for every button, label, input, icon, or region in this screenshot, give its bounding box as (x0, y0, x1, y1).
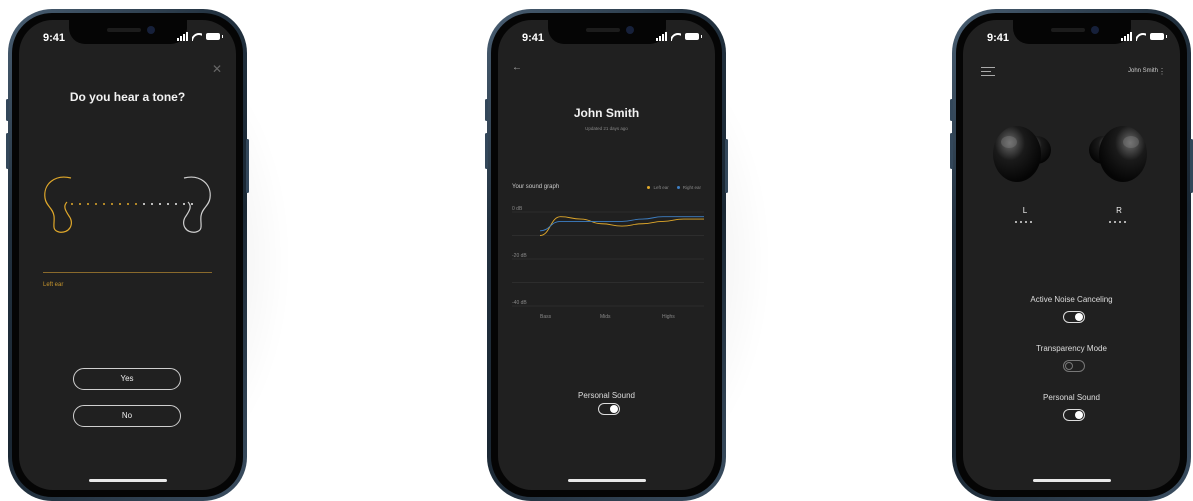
status-time: 9:41 (43, 32, 66, 44)
side-button (485, 99, 488, 121)
x-tick-label: Bass (540, 314, 552, 320)
battery-icon (1150, 33, 1167, 40)
yes-button[interactable]: Yes (73, 368, 181, 390)
status-icons (656, 32, 702, 41)
close-icon[interactable]: ✕ (212, 62, 222, 76)
wifi-icon (671, 33, 681, 41)
side-button (246, 139, 249, 193)
battery-icon (685, 33, 702, 40)
wifi-icon (1136, 33, 1146, 41)
wifi-icon (192, 33, 202, 41)
legend-left-ear: Left ear (647, 185, 669, 190)
screen-earbuds: 9:41 John Smith ⋮ L R Active Noise Cance… (963, 20, 1180, 490)
personal-sound-toggle[interactable] (598, 403, 620, 415)
personal-sound-label: Personal Sound (1043, 393, 1100, 402)
notch (1012, 20, 1131, 44)
x-tick-label: Highs (662, 314, 675, 320)
side-button (6, 99, 9, 121)
ear-label: Left ear (43, 282, 64, 288)
progress-line (43, 272, 212, 273)
toggle-knob (1065, 362, 1073, 370)
speaker (106, 28, 141, 32)
side-button (725, 139, 728, 193)
left-battery-dots (1015, 221, 1032, 223)
back-arrow-icon[interactable]: ← (512, 62, 522, 73)
personal-sound-toggle[interactable] (1063, 409, 1085, 421)
anc-label: Active Noise Canceling (1030, 295, 1113, 304)
signal-icon (656, 32, 667, 41)
personal-sound-label: Personal Sound (578, 391, 635, 400)
side-button (485, 133, 488, 169)
question-title: Do you hear a tone? (69, 90, 186, 104)
notch (547, 20, 666, 44)
left-bud-label: L (1022, 206, 1028, 215)
phone-sound-graph: 9:41 ← John Smith Updated 21 days ago Yo… (485, 9, 728, 501)
speaker (585, 28, 620, 32)
side-button (6, 133, 9, 169)
toggle-knob (1075, 411, 1083, 419)
updated-text: Updated 21 days ago (585, 126, 628, 131)
camera (1090, 26, 1099, 34)
y-tick-label: -20 dB (512, 253, 527, 259)
status-icons (177, 32, 223, 41)
status-time: 9:41 (987, 32, 1010, 44)
anc-toggle[interactable] (1063, 311, 1085, 323)
transparency-label: Transparency Mode (1036, 344, 1107, 353)
graph-legend: Left ear Right ear (647, 185, 701, 190)
y-tick-label: -40 dB (512, 300, 527, 306)
status-time: 9:41 (522, 32, 545, 44)
home-indicator (1032, 479, 1111, 482)
menu-icon[interactable] (981, 67, 995, 79)
profile-name: John Smith (573, 106, 640, 120)
battery-icon (206, 33, 223, 40)
side-button (950, 133, 953, 169)
bezel: 9:41 ✕ Do you hear a tone? Left ear Yes … (12, 13, 243, 497)
y-tick-label: 0 dB (512, 206, 523, 212)
right-battery-dots (1109, 221, 1126, 223)
signal-icon (177, 32, 188, 41)
right-earbud-image (1089, 126, 1147, 182)
right-bud-label: R (1116, 206, 1122, 215)
camera (146, 26, 155, 34)
phone-earbuds: 9:41 John Smith ⋮ L R Active Noise Cance… (950, 9, 1193, 501)
transparency-toggle[interactable] (1063, 360, 1085, 372)
no-button[interactable]: No (73, 405, 181, 427)
speaker (1050, 28, 1085, 32)
stage: 9:41 ✕ Do you hear a tone? Left ear Yes … (0, 0, 1193, 501)
right-ear-icon (183, 176, 211, 233)
toggle-knob (1075, 313, 1083, 321)
screen-hearing-test: 9:41 ✕ Do you hear a tone? Left ear Yes … (19, 20, 236, 490)
signal-icon (1121, 32, 1132, 41)
bezel: 9:41 John Smith ⋮ L R Active Noise Cance… (956, 13, 1187, 497)
series-line-left-ear (539, 216, 704, 236)
side-button (950, 99, 953, 121)
camera (625, 26, 634, 34)
phone-hearing-test: 9:41 ✕ Do you hear a tone? Left ear Yes … (6, 9, 249, 501)
sound-graph-chart: 0 dB -20 dB -40 dB Bass Mids Highs (512, 206, 704, 320)
home-indicator (567, 479, 646, 482)
screen-sound-graph: 9:41 ← John Smith Updated 21 days ago Yo… (498, 20, 715, 490)
left-earbud-image (993, 126, 1051, 182)
user-name[interactable]: John Smith (1128, 68, 1158, 74)
notch (68, 20, 187, 44)
bezel: 9:41 ← John Smith Updated 21 days ago Yo… (491, 13, 722, 497)
status-icons (1121, 32, 1167, 41)
more-options-icon[interactable]: ⋮ (1158, 67, 1166, 76)
home-indicator (88, 479, 167, 482)
toggle-knob (610, 405, 618, 413)
x-tick-label: Mids (600, 314, 611, 320)
legend-right-ear: Right ear (676, 185, 701, 190)
graph-title: Your sound graph (512, 184, 560, 190)
